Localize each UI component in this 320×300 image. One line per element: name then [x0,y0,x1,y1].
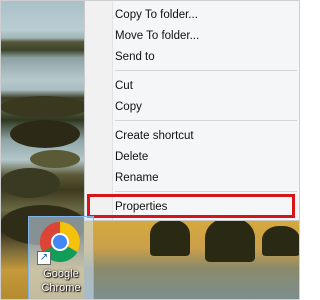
screenshot-frame [0,0,300,300]
